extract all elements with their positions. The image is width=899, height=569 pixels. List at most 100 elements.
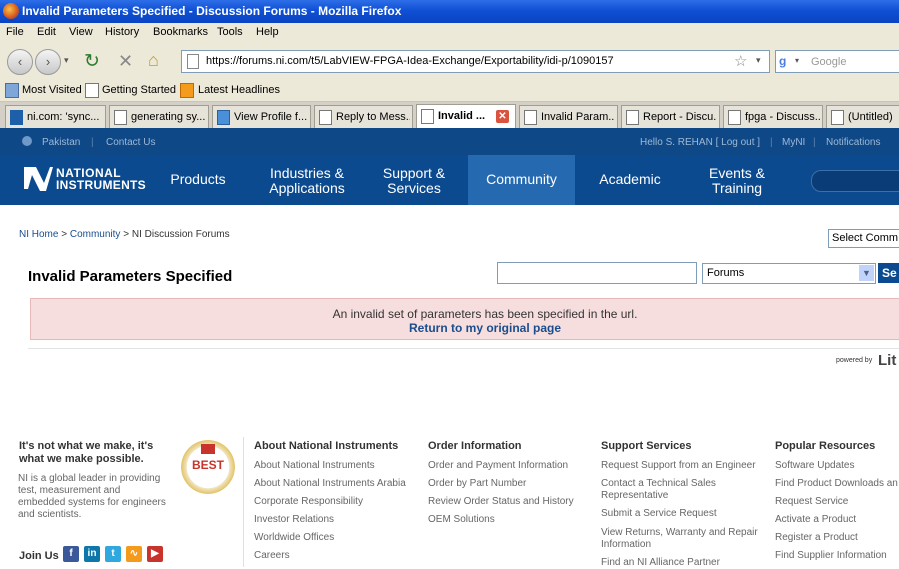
menu-bar: File Edit View History Bookmarks Tools H… (0, 23, 899, 43)
facebook-icon[interactable]: f (63, 546, 79, 562)
search-scope-select[interactable]: Forums ▼ (702, 263, 876, 284)
myni-link[interactable]: MyNI (782, 137, 805, 148)
history-dropdown-icon[interactable]: ▾ (64, 55, 69, 66)
error-alert: An invalid set of parameters has been sp… (30, 298, 899, 340)
footer-link[interactable]: Submit a Service Request (601, 508, 717, 520)
bookmark-most-visited[interactable]: Most Visited (22, 84, 82, 96)
menu-file[interactable]: File (6, 26, 24, 38)
nav-industries-applications[interactable]: Industries & Applications (255, 155, 359, 205)
breadcrumb-current: NI Discussion Forums (131, 229, 230, 240)
tab[interactable]: Invalid Param... (519, 105, 618, 128)
footer-blurb: NI is a global leader in providing test,… (18, 473, 166, 520)
menu-tools[interactable]: Tools (217, 26, 243, 38)
page-icon (626, 110, 639, 125)
footer-link[interactable]: Order and Payment Information (428, 460, 568, 472)
footer-link[interactable]: Corporate Responsibility (254, 496, 363, 508)
youtube-icon[interactable]: ▶ (147, 546, 163, 562)
stop-icon[interactable]: ✕ (118, 51, 133, 72)
google-icon: g (779, 54, 787, 68)
footer-tagline: It's not what we make, it's what we make… (19, 440, 154, 465)
linkedin-icon[interactable]: in (84, 546, 100, 562)
back-arrow-icon: ‹ (17, 54, 23, 69)
ni-utility-bar: Pakistan | Contact Us Hello S. REHAN [ L… (0, 128, 899, 155)
url-dropdown-icon[interactable]: ▾ (756, 55, 761, 66)
footer-link[interactable]: About National Instruments Arabia (254, 478, 406, 490)
menu-bookmarks[interactable]: Bookmarks (153, 26, 208, 38)
best-award-badge: BEST (181, 440, 235, 494)
forum-search-input[interactable] (497, 262, 697, 284)
hello-logout-link[interactable]: Hello S. REHAN [ Log out ] (640, 137, 760, 148)
profile-favicon-icon (217, 110, 230, 125)
bookmark-getting-started[interactable]: Getting Started (102, 84, 176, 96)
footer-link[interactable]: OEM Solutions (428, 514, 495, 526)
footer-link[interactable]: Worldwide Offices (254, 532, 334, 544)
star-bookmark-icon[interactable]: ☆ (734, 52, 747, 70)
back-button[interactable]: ‹ (7, 49, 33, 75)
footer-col-about-title: About National Instruments (254, 440, 399, 452)
nav-community[interactable]: Community (468, 155, 575, 205)
page-icon (187, 54, 199, 69)
menu-history[interactable]: History (105, 26, 139, 38)
notifications-link[interactable]: Notifications (826, 137, 880, 148)
footer-link[interactable]: View Returns, Warranty and Repair Inform… (601, 527, 771, 551)
page-icon (319, 110, 332, 125)
breadcrumb-home[interactable]: NI Home (19, 229, 58, 240)
contact-us-link[interactable]: Contact Us (106, 137, 155, 148)
bookmark-latest-headlines[interactable]: Latest Headlines (198, 84, 280, 96)
menu-view[interactable]: View (69, 26, 93, 38)
search-engine-dropdown-icon[interactable]: ▾ (795, 56, 799, 65)
home-icon[interactable]: ⌂ (148, 50, 159, 71)
breadcrumb-community[interactable]: Community (70, 229, 121, 240)
footer-link[interactable]: Investor Relations (254, 514, 334, 526)
footer-link[interactable]: Order by Part Number (428, 478, 526, 490)
page-title: Invalid Parameters Specified (28, 268, 233, 285)
footer-link[interactable]: Activate a Product (775, 514, 856, 526)
tab[interactable]: ni.com: 'sync... (5, 105, 106, 128)
footer-link[interactable]: Find Supplier Information (775, 550, 887, 562)
tab[interactable]: Reply to Mess... (314, 105, 413, 128)
country-link[interactable]: Pakistan (42, 137, 80, 148)
tab[interactable]: (Untitled) (826, 105, 899, 128)
footer-link[interactable]: About National Instruments (254, 460, 375, 472)
site-search-input[interactable] (811, 170, 899, 192)
reload-icon[interactable]: ↻ (84, 50, 100, 73)
search-box[interactable]: g ▾ Google (775, 50, 899, 73)
return-link[interactable]: Return to my original page (31, 321, 899, 335)
close-tab-icon[interactable]: ✕ (496, 110, 509, 123)
footer-link[interactable]: Find Product Downloads an (775, 478, 899, 490)
tab-bar: ni.com: 'sync... generating sy... View P… (0, 102, 899, 129)
rss-icon[interactable]: ∿ (126, 546, 142, 562)
menu-edit[interactable]: Edit (37, 26, 56, 38)
tab[interactable]: generating sy... (109, 105, 209, 128)
footer-link[interactable]: Find an NI Alliance Partner (601, 557, 720, 569)
footer-link[interactable]: Careers (254, 550, 290, 562)
footer-link[interactable]: Review Order Status and History (428, 496, 574, 508)
menu-help[interactable]: Help (256, 26, 279, 38)
ni-favicon-icon (10, 110, 23, 125)
tab[interactable]: View Profile f... (212, 105, 311, 128)
forward-button[interactable]: › (35, 49, 61, 75)
nav-academic[interactable]: Academic (585, 155, 675, 205)
footer-link[interactable]: Register a Product (775, 532, 858, 544)
footer-col-order-title: Order Information (428, 440, 522, 452)
twitter-icon[interactable]: t (105, 546, 121, 562)
search-button[interactable]: Se (878, 263, 899, 283)
footer-link[interactable]: Software Updates (775, 460, 855, 472)
footer-link[interactable]: Request Service (775, 496, 848, 508)
url-text: https://forums.ni.com/t5/LabVIEW-FPGA-Id… (206, 55, 614, 67)
url-bar[interactable]: https://forums.ni.com/t5/LabVIEW-FPGA-Id… (181, 50, 770, 73)
footer-link[interactable]: Request Support from an Engineer (601, 460, 756, 472)
nav-products[interactable]: Products (158, 155, 238, 205)
tab[interactable]: Report - Discu... (621, 105, 720, 128)
tab[interactable]: fpga - Discuss... (723, 105, 823, 128)
page-icon (421, 109, 434, 124)
footer-link[interactable]: Contact a Technical Sales Representative (601, 478, 751, 502)
ni-eagle-icon (24, 167, 53, 191)
select-community-dropdown[interactable]: Select Comm (828, 229, 899, 248)
award-flag-icon (201, 444, 215, 454)
tab-active[interactable]: Invalid ... ✕ (416, 104, 516, 129)
nav-support-services[interactable]: Support & Services (370, 155, 458, 205)
nav-events-training[interactable]: Events & Training (693, 155, 781, 205)
chevron-down-icon[interactable]: ▼ (859, 265, 874, 281)
footer-col-support-title: Support Services (601, 440, 692, 452)
